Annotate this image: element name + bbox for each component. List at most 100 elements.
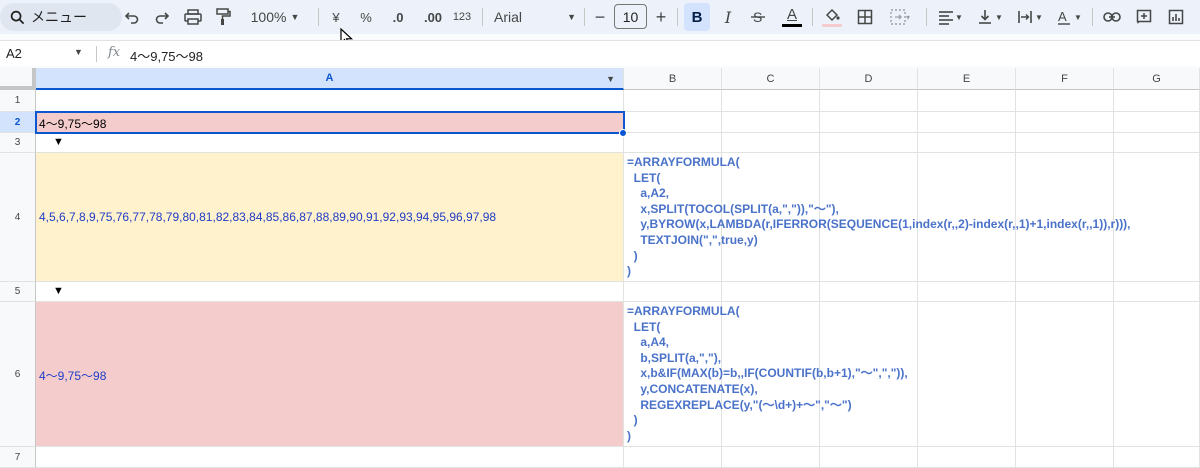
zoom-select[interactable]: 100% ▼ [244, 3, 306, 31]
cell-e2[interactable] [918, 112, 1016, 133]
cell-g6[interactable] [1114, 302, 1200, 447]
row-header-1[interactable]: 1 [0, 90, 36, 112]
cell-a1[interactable] [36, 90, 624, 112]
column-header-a[interactable]: A ▼ [36, 68, 624, 90]
strikethrough-icon[interactable]: S [746, 3, 770, 31]
cell-a3[interactable]: ▼ [36, 133, 624, 153]
cell-b3[interactable] [624, 133, 722, 153]
cell-f7[interactable] [1016, 447, 1114, 468]
cell-e6[interactable] [918, 302, 1016, 447]
cell-d7[interactable] [820, 447, 918, 468]
font-family-select[interactable]: Arial ▼ [494, 3, 576, 31]
chevron-down-icon[interactable]: ▼ [606, 74, 615, 84]
cell-c7[interactable] [722, 447, 820, 468]
cell-c2[interactable] [722, 112, 820, 133]
borders-icon[interactable] [852, 3, 878, 31]
cell-c5[interactable] [722, 282, 820, 302]
column-header-c[interactable]: C [722, 68, 820, 90]
cell-d3[interactable] [820, 133, 918, 153]
bold-button[interactable]: B [684, 3, 710, 31]
decrease-decimal-button[interactable]: .0 [384, 3, 412, 31]
undo-icon[interactable] [120, 3, 144, 31]
cell-a3-value: ▼ [53, 136, 64, 148]
text-wrap-icon[interactable]: ▼ [1012, 3, 1048, 31]
cell-f1[interactable] [1016, 90, 1114, 112]
cell-c3[interactable] [722, 133, 820, 153]
cell-a6-value: 4〜9,75〜98 [39, 369, 107, 383]
cell-d5[interactable] [820, 282, 918, 302]
cell-c1[interactable] [722, 90, 820, 112]
cell-a7[interactable] [36, 447, 624, 468]
number-format-label: 123 [452, 11, 472, 23]
merge-cells-icon[interactable]: ▾ [884, 3, 918, 31]
cell-e7[interactable] [918, 447, 1016, 468]
column-header-f[interactable]: F [1016, 68, 1114, 90]
italic-button[interactable]: I [716, 3, 740, 31]
text-color-button[interactable]: A [778, 3, 806, 31]
currency-format-button[interactable]: ¥ [324, 3, 348, 31]
cell-e3[interactable] [918, 133, 1016, 153]
name-box[interactable]: A2 [6, 46, 22, 61]
fill-handle[interactable] [619, 129, 627, 137]
link-icon[interactable] [1098, 3, 1126, 31]
row-header-7[interactable]: 7 [0, 447, 36, 468]
font-size-input[interactable]: 10 [614, 4, 647, 29]
column-header-e[interactable]: E [918, 68, 1016, 90]
print-icon[interactable] [180, 3, 206, 31]
row-header-2[interactable]: 2 [0, 112, 36, 133]
increase-decimal-button[interactable]: .00 [418, 3, 448, 31]
toolbar-divider [482, 8, 483, 26]
cell-g1[interactable] [1114, 90, 1200, 112]
svg-text:▼: ▼ [955, 13, 963, 22]
row-header-5[interactable]: 5 [0, 282, 36, 302]
insert-chart-icon[interactable] [1162, 3, 1190, 31]
row-header-3[interactable]: 3 [0, 133, 36, 153]
formula-input[interactable]: 4〜9,75〜98 [130, 46, 203, 65]
cell-b1[interactable] [624, 90, 722, 112]
number-format-button[interactable]: 123 [448, 3, 476, 31]
cell-d2[interactable] [820, 112, 918, 133]
vertical-align-icon[interactable]: ▼ [972, 3, 1008, 31]
increase-font-size-button[interactable]: + [651, 3, 671, 31]
select-all-corner[interactable] [0, 68, 36, 90]
horizontal-align-icon[interactable]: ▼ [932, 3, 968, 31]
cell-b5[interactable] [624, 282, 722, 302]
row-header-4[interactable]: 4 [0, 153, 36, 282]
increase-decimal-label: .00 [423, 9, 443, 25]
menu-search[interactable]: メニュー [0, 3, 122, 31]
column-header-g[interactable]: G [1114, 68, 1200, 90]
cell-f3[interactable] [1016, 133, 1114, 153]
cell-b2[interactable] [624, 112, 722, 133]
decrease-font-size-button[interactable]: − [590, 3, 610, 31]
column-header-b[interactable]: B [624, 68, 722, 90]
cell-g3[interactable] [1114, 133, 1200, 153]
text-rotation-icon[interactable]: A ▼ [1052, 3, 1088, 31]
cell-e1[interactable] [918, 90, 1016, 112]
redo-icon[interactable] [150, 3, 174, 31]
cell-g7[interactable] [1114, 447, 1200, 468]
cell-b6-formula[interactable]: =ARRAYFORMULA( LET( a,A4, b,SPLIT(a,",")… [627, 304, 908, 444]
insert-comment-icon[interactable] [1130, 3, 1158, 31]
cell-f6[interactable] [1016, 302, 1114, 447]
cell-a5[interactable]: ▼ [36, 282, 624, 302]
cell-a6[interactable]: 4〜9,75〜98 [36, 302, 624, 447]
row-header-6[interactable]: 6 [0, 302, 36, 447]
formula-line: ) [627, 248, 638, 263]
cell-e5[interactable] [918, 282, 1016, 302]
chevron-down-icon[interactable]: ▼ [74, 47, 83, 57]
cell-f2[interactable] [1016, 112, 1114, 133]
cell-g5[interactable] [1114, 282, 1200, 302]
cell-f5[interactable] [1016, 282, 1114, 302]
cell-a2[interactable]: 4〜9,75〜98 [36, 112, 624, 133]
fill-color-icon[interactable] [818, 3, 846, 31]
font-size-value: 10 [622, 8, 639, 25]
cell-g2[interactable] [1114, 112, 1200, 133]
paint-format-icon[interactable] [210, 3, 236, 31]
cell-a4[interactable]: 4,5,6,7,8,9,75,76,77,78,79,80,81,82,83,8… [36, 153, 624, 282]
bold-label: B [691, 8, 703, 26]
percent-format-button[interactable]: % [354, 3, 378, 31]
column-header-d[interactable]: D [820, 68, 918, 90]
cell-d1[interactable] [820, 90, 918, 112]
cell-b7[interactable] [624, 447, 722, 468]
cell-b4-formula[interactable]: =ARRAYFORMULA( LET( a,A2, x,SPLIT(TOCOL(… [627, 155, 1131, 280]
